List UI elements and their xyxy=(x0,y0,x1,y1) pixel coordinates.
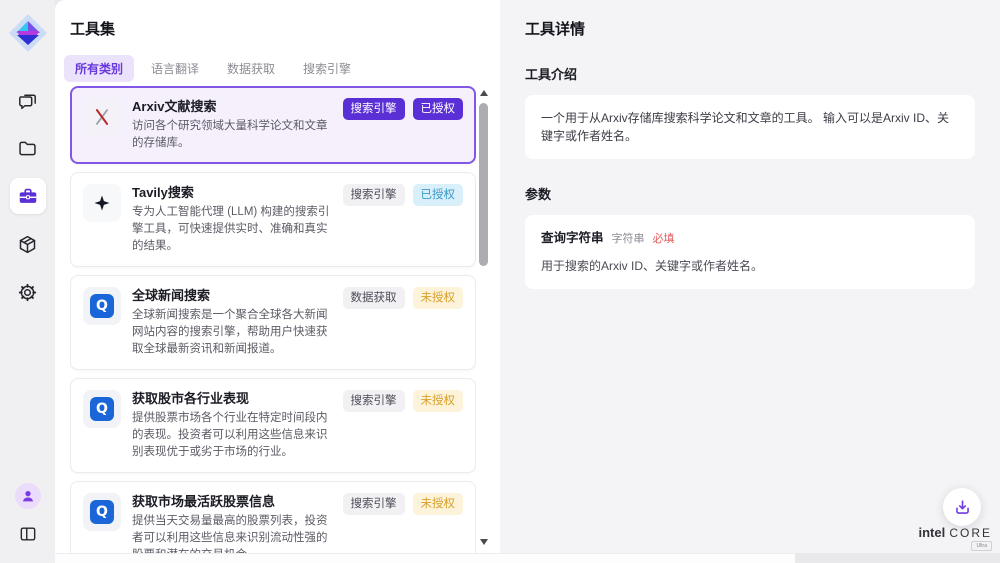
nav-settings[interactable] xyxy=(10,274,46,310)
tab-search-engine[interactable]: 搜索引擎 xyxy=(292,55,362,82)
download-button[interactable] xyxy=(943,488,981,526)
nav-files[interactable] xyxy=(10,130,46,166)
juhe-icon: Q xyxy=(83,287,121,325)
tool-description: 提供股票市场各个行业在特定时间段内的表现。投资者可以利用这些信息来识别表现优于或… xyxy=(132,410,332,461)
tool-name: 获取市场最活跃股票信息 xyxy=(132,493,332,511)
auth-status-badge: 已授权 xyxy=(413,184,464,206)
auth-status-badge: 未授权 xyxy=(413,287,464,309)
bottom-strip xyxy=(55,553,795,563)
detail-title: 工具详情 xyxy=(525,18,975,39)
tool-card-tavily[interactable]: Tavily搜索 专为人工智能代理 (LLM) 构建的搜索引擎工具，可快速提供实… xyxy=(70,172,476,267)
params-heading: 参数 xyxy=(525,184,975,203)
chat-icon xyxy=(17,90,38,111)
intel-core-logo: intel CORE Ultra xyxy=(918,525,992,551)
settings-icon xyxy=(17,282,38,303)
tool-card-stock-sectors[interactable]: Q 获取股市各行业表现 提供股票市场各个行业在特定时间段内的表现。投资者可以利用… xyxy=(70,378,476,473)
juhe-icon: Q xyxy=(83,493,121,531)
param-card: 查询字符串 字符串 必填 用于搜索的Arxiv ID、关键字或作者姓名。 xyxy=(525,215,975,289)
arxiv-icon xyxy=(83,98,121,136)
toolbox-icon xyxy=(17,185,39,207)
tavily-icon xyxy=(83,184,121,222)
tab-data-fetch[interactable]: 数据获取 xyxy=(216,55,286,82)
nav-tools[interactable] xyxy=(10,178,46,214)
scrollbar-thumb[interactable] xyxy=(479,103,488,266)
juhe-icon: Q xyxy=(83,390,121,428)
tool-name: Tavily搜索 xyxy=(132,184,332,202)
core-brand-text: CORE xyxy=(949,526,992,540)
tool-card-arxiv[interactable]: Arxiv文献搜索 访问各个研究领域大量科学论文和文章的存储库。 搜索引擎 已授… xyxy=(70,86,476,164)
tool-description: 提供当天交易量最高的股票列表，投资者可以利用这些信息来识别流动性强的股票和潜在的… xyxy=(132,513,332,553)
app-logo xyxy=(7,12,49,54)
tab-language-translation[interactable]: 语言翻译 xyxy=(140,55,210,82)
tool-detail-panel: 工具详情 工具介绍 一个用于从Arxiv存储库搜索科学论文和文章的工具。 输入可… xyxy=(500,0,1000,553)
auth-status-badge: 未授权 xyxy=(413,493,464,515)
panel-toggle-icon xyxy=(18,524,38,544)
tool-card-list: Arxiv文献搜索 访问各个研究领域大量科学论文和文章的存储库。 搜索引擎 已授… xyxy=(70,86,476,553)
intel-brand-text: intel xyxy=(918,525,945,540)
download-icon xyxy=(953,498,972,517)
tool-name: Arxiv文献搜索 xyxy=(132,98,332,116)
intro-box: 一个用于从Arxiv存储库搜索科学论文和文章的工具。 输入可以是Arxiv ID… xyxy=(525,95,975,159)
panel-toggle[interactable] xyxy=(13,519,43,549)
folder-icon xyxy=(17,138,38,159)
category-badge: 搜索引擎 xyxy=(343,184,405,206)
param-type: 字符串 xyxy=(612,230,645,248)
rail-nav xyxy=(0,82,55,310)
intro-heading: 工具介绍 xyxy=(525,64,975,83)
tool-description: 全球新闻搜索是一个聚合全球各大新闻网站内容的搜索引擎，帮助用户快速获取全球最新资… xyxy=(132,307,332,358)
tools-panel-title: 工具集 xyxy=(55,0,500,39)
param-description: 用于搜索的Arxiv ID、关键字或作者姓名。 xyxy=(541,257,959,275)
category-badge: 搜索引擎 xyxy=(343,390,405,412)
category-badge: 数据获取 xyxy=(343,287,405,309)
auth-status-badge: 未授权 xyxy=(413,390,464,412)
tool-description: 访问各个研究领域大量科学论文和文章的存储库。 xyxy=(132,118,332,152)
package-icon xyxy=(17,234,38,255)
tool-name: 获取股市各行业表现 xyxy=(132,390,332,408)
user-avatar[interactable] xyxy=(15,483,41,509)
rail-bottom xyxy=(0,483,55,549)
tool-card-global-news[interactable]: Q 全球新闻搜索 全球新闻搜索是一个聚合全球各大新闻网站内容的搜索引擎，帮助用户… xyxy=(70,275,476,370)
param-required-flag: 必填 xyxy=(653,230,675,248)
tool-card-active-stocks[interactable]: Q 获取市场最活跃股票信息 提供当天交易量最高的股票列表，投资者可以利用这些信息… xyxy=(70,481,476,553)
ultra-badge: Ultra xyxy=(971,541,992,551)
category-tabs: 所有类别 语言翻译 数据获取 搜索引擎 xyxy=(64,55,500,82)
category-badge: 搜索引擎 xyxy=(343,493,405,515)
scroll-down-arrow-icon[interactable] xyxy=(480,539,488,545)
tools-panel: 工具集 所有类别 语言翻译 数据获取 搜索引擎 Arxiv文献搜索 访问各个研究… xyxy=(55,0,500,553)
tab-all-categories[interactable]: 所有类别 xyxy=(64,55,134,82)
auth-status-badge: 已授权 xyxy=(413,98,464,120)
nav-chat[interactable] xyxy=(10,82,46,118)
nav-packages[interactable] xyxy=(10,226,46,262)
tool-description: 专为人工智能代理 (LLM) 构建的搜索引擎工具，可快速提供实时、准确和真实的结… xyxy=(132,204,332,255)
user-avatar-icon xyxy=(20,488,36,504)
left-rail xyxy=(0,0,55,563)
tool-name: 全球新闻搜索 xyxy=(132,287,332,305)
scroll-up-arrow-icon[interactable] xyxy=(480,90,488,96)
category-badge: 搜索引擎 xyxy=(343,98,405,120)
list-scrollbar[interactable] xyxy=(478,86,490,549)
param-name: 查询字符串 xyxy=(541,229,604,247)
intro-text: 一个用于从Arxiv存储库搜索科学论文和文章的工具。 输入可以是Arxiv ID… xyxy=(541,111,949,143)
